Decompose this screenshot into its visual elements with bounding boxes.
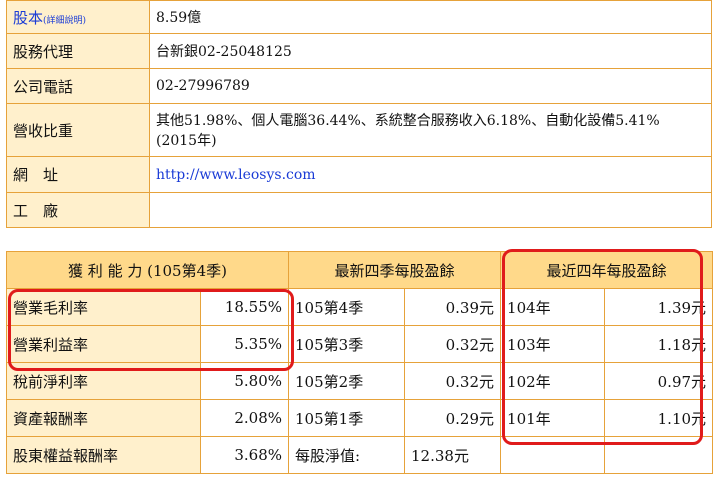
quarter-eps-value: 0.29元	[404, 399, 502, 437]
quarter-eps-label: 105第4季	[288, 288, 406, 326]
roe-value: 3.68%	[199, 436, 290, 474]
recent-eps-header: 最新四季每股盈餘	[288, 251, 502, 289]
capital-link[interactable]: 股本(詳細說明)	[13, 9, 86, 27]
nav-value: 12.38元	[404, 436, 502, 474]
info-label-capital[interactable]: 股本(詳細說明)	[6, 0, 150, 34]
stats-row-1: 營業毛利率 18.55% 105第4季 0.39元 104年 1.39元	[6, 288, 714, 326]
capital-label-text: 股本	[13, 8, 44, 27]
empty-cell	[500, 436, 606, 474]
info-value-website: http://www.leosys.com	[149, 156, 712, 193]
info-value-capital: 8.59億	[149, 0, 712, 34]
quarter-eps-label: 105第3季	[288, 325, 406, 363]
info-label-registrar: 股務代理	[6, 33, 150, 69]
roa-label: 資產報酬率	[6, 399, 201, 437]
year-eps-label: 101年	[500, 399, 606, 437]
financial-stats-table: 獲 利 能 力 (105第4季) 最新四季每股盈餘 最近四年每股盈餘 營業毛利率…	[5, 251, 714, 474]
info-value-phone: 02-27996789	[149, 68, 712, 104]
year-eps-value: 0.97元	[604, 362, 714, 400]
gross-margin-value: 18.55%	[199, 288, 290, 326]
info-row-factory: 工 廠	[6, 192, 712, 228]
info-row-website: 網 址 http://www.leosys.com	[6, 156, 712, 193]
gross-margin-label: 營業毛利率	[6, 288, 201, 326]
info-value-revenue-mix: 其他51.98%、個人電腦36.44%、系統整合服務收入6.18%、自動化設備5…	[149, 103, 712, 157]
roa-value: 2.08%	[199, 399, 290, 437]
stats-row-3: 稅前淨利率 5.80% 105第2季 0.32元 102年 0.97元	[6, 362, 714, 400]
info-row-phone: 公司電話 02-27996789	[6, 68, 712, 104]
year-eps-value: 1.39元	[604, 288, 714, 326]
info-label-revenue-mix: 營收比重	[6, 103, 150, 157]
info-value-factory	[149, 192, 712, 228]
quarter-eps-value: 0.39元	[404, 288, 502, 326]
info-value-registrar: 台新銀02-25048125	[149, 33, 712, 69]
quarter-eps-label: 105第2季	[288, 362, 406, 400]
roe-label: 股東權益報酬率	[6, 436, 201, 474]
quarter-eps-label: 105第1季	[288, 399, 406, 437]
stats-header-row: 獲 利 能 力 (105第4季) 最新四季每股盈餘 最近四年每股盈餘	[5, 251, 714, 289]
empty-cell	[604, 436, 714, 474]
year-eps-value: 1.10元	[604, 399, 714, 437]
info-row-capital: 股本(詳細說明) 8.59億	[6, 0, 712, 34]
yearly-eps-header: 最近四年每股盈餘	[500, 251, 714, 289]
operating-margin-value: 5.35%	[199, 325, 290, 363]
year-eps-label: 104年	[500, 288, 606, 326]
info-label-factory: 工 廠	[6, 192, 150, 228]
quarter-eps-value: 0.32元	[404, 362, 502, 400]
operating-margin-label: 營業利益率	[6, 325, 201, 363]
year-eps-value: 1.18元	[604, 325, 714, 363]
website-link[interactable]: http://www.leosys.com	[156, 167, 316, 183]
quarter-eps-value: 0.32元	[404, 325, 502, 363]
stats-row-2: 營業利益率 5.35% 105第3季 0.32元 103年 1.18元	[6, 325, 714, 363]
year-eps-label: 103年	[500, 325, 606, 363]
info-row-revenue-mix: 營收比重 其他51.98%、個人電腦36.44%、系統整合服務收入6.18%、自…	[6, 103, 712, 157]
company-info-table: 股本(詳細說明) 8.59億 股務代理 台新銀02-25048125 公司電話 …	[6, 0, 712, 228]
nav-label: 每股淨值:	[288, 436, 406, 474]
info-label-website: 網 址	[6, 156, 150, 193]
info-row-registrar: 股務代理 台新銀02-25048125	[6, 33, 712, 69]
pretax-margin-value: 5.80%	[199, 362, 290, 400]
capital-detail-note: (詳細說明)	[43, 15, 87, 26]
stats-row-4: 資產報酬率 2.08% 105第1季 0.29元 101年 1.10元	[6, 399, 714, 437]
profitability-header: 獲 利 能 力 (105第4季)	[5, 251, 290, 289]
year-eps-label: 102年	[500, 362, 606, 400]
pretax-margin-label: 稅前淨利率	[6, 362, 201, 400]
info-label-phone: 公司電話	[6, 68, 150, 104]
stats-row-5: 股東權益報酬率 3.68% 每股淨值: 12.38元	[6, 436, 714, 474]
company-profile-page: 股本(詳細說明) 8.59億 股務代理 台新銀02-25048125 公司電話 …	[0, 0, 720, 488]
